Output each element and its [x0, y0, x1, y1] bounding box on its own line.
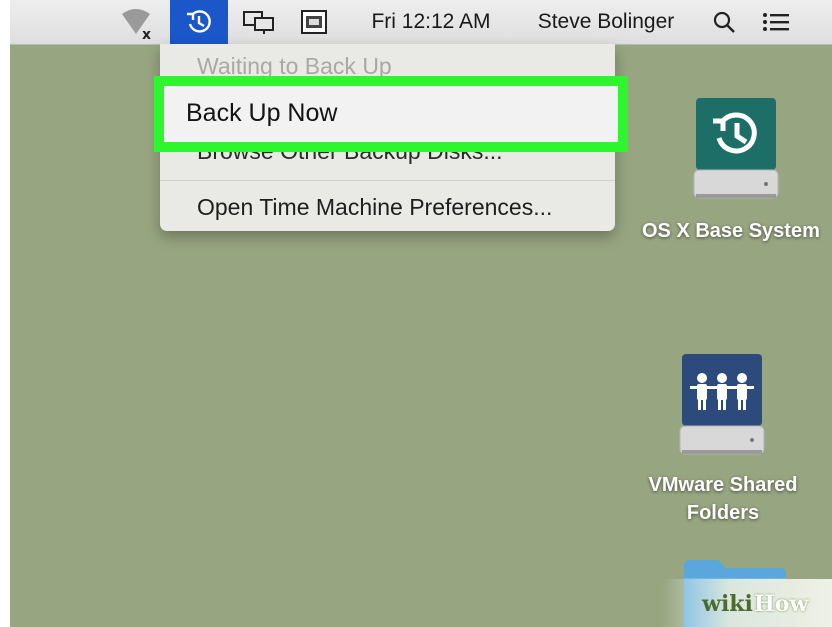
spotlight-button[interactable] — [706, 0, 742, 44]
shared-folders-disk-icon — [679, 354, 765, 455]
network-disconnected-icon: x — [122, 9, 151, 40]
watermark-how: How — [754, 591, 809, 617]
svg-text:x: x — [142, 27, 151, 40]
notification-center-icon — [763, 13, 789, 31]
keyboard-icon — [301, 10, 327, 34]
watermark-wiki: wiki — [702, 591, 753, 617]
menu-item-back-up-now[interactable]: Back Up Now — [186, 99, 337, 128]
desktop-label-vmware-line2: Folders — [686, 502, 760, 524]
desktop-label-vmware-line1: VMware Shared — [648, 474, 798, 496]
network-status-icon[interactable]: x — [114, 0, 158, 44]
menu-item-open-preferences[interactable]: Open Time Machine Preferences... — [197, 194, 552, 221]
time-machine-icon — [187, 10, 211, 33]
displays-icon — [243, 11, 274, 34]
time-machine-menu-button[interactable] — [170, 0, 228, 44]
menu-clock[interactable]: Fri 12:12 AM — [356, 0, 506, 44]
input-menu-button[interactable] — [294, 0, 334, 44]
menu-user-name[interactable]: Steve Bolinger — [516, 0, 696, 44]
desktop: x Fri 12:12 AM Steve Bolinger Waiting to… — [10, 0, 832, 627]
notification-center-button[interactable] — [756, 0, 796, 44]
desktop-label-os-x-base-system: OS X Base System — [642, 220, 820, 242]
time-machine-disk-icon — [693, 98, 779, 199]
wikihow-watermark: wiki How — [662, 579, 832, 627]
spotlight-search-icon — [713, 11, 735, 33]
displays-menu-button[interactable] — [236, 0, 282, 44]
menu-bar: x Fri 12:12 AM Steve Bolinger — [10, 0, 832, 45]
menu-separator — [160, 180, 615, 181]
